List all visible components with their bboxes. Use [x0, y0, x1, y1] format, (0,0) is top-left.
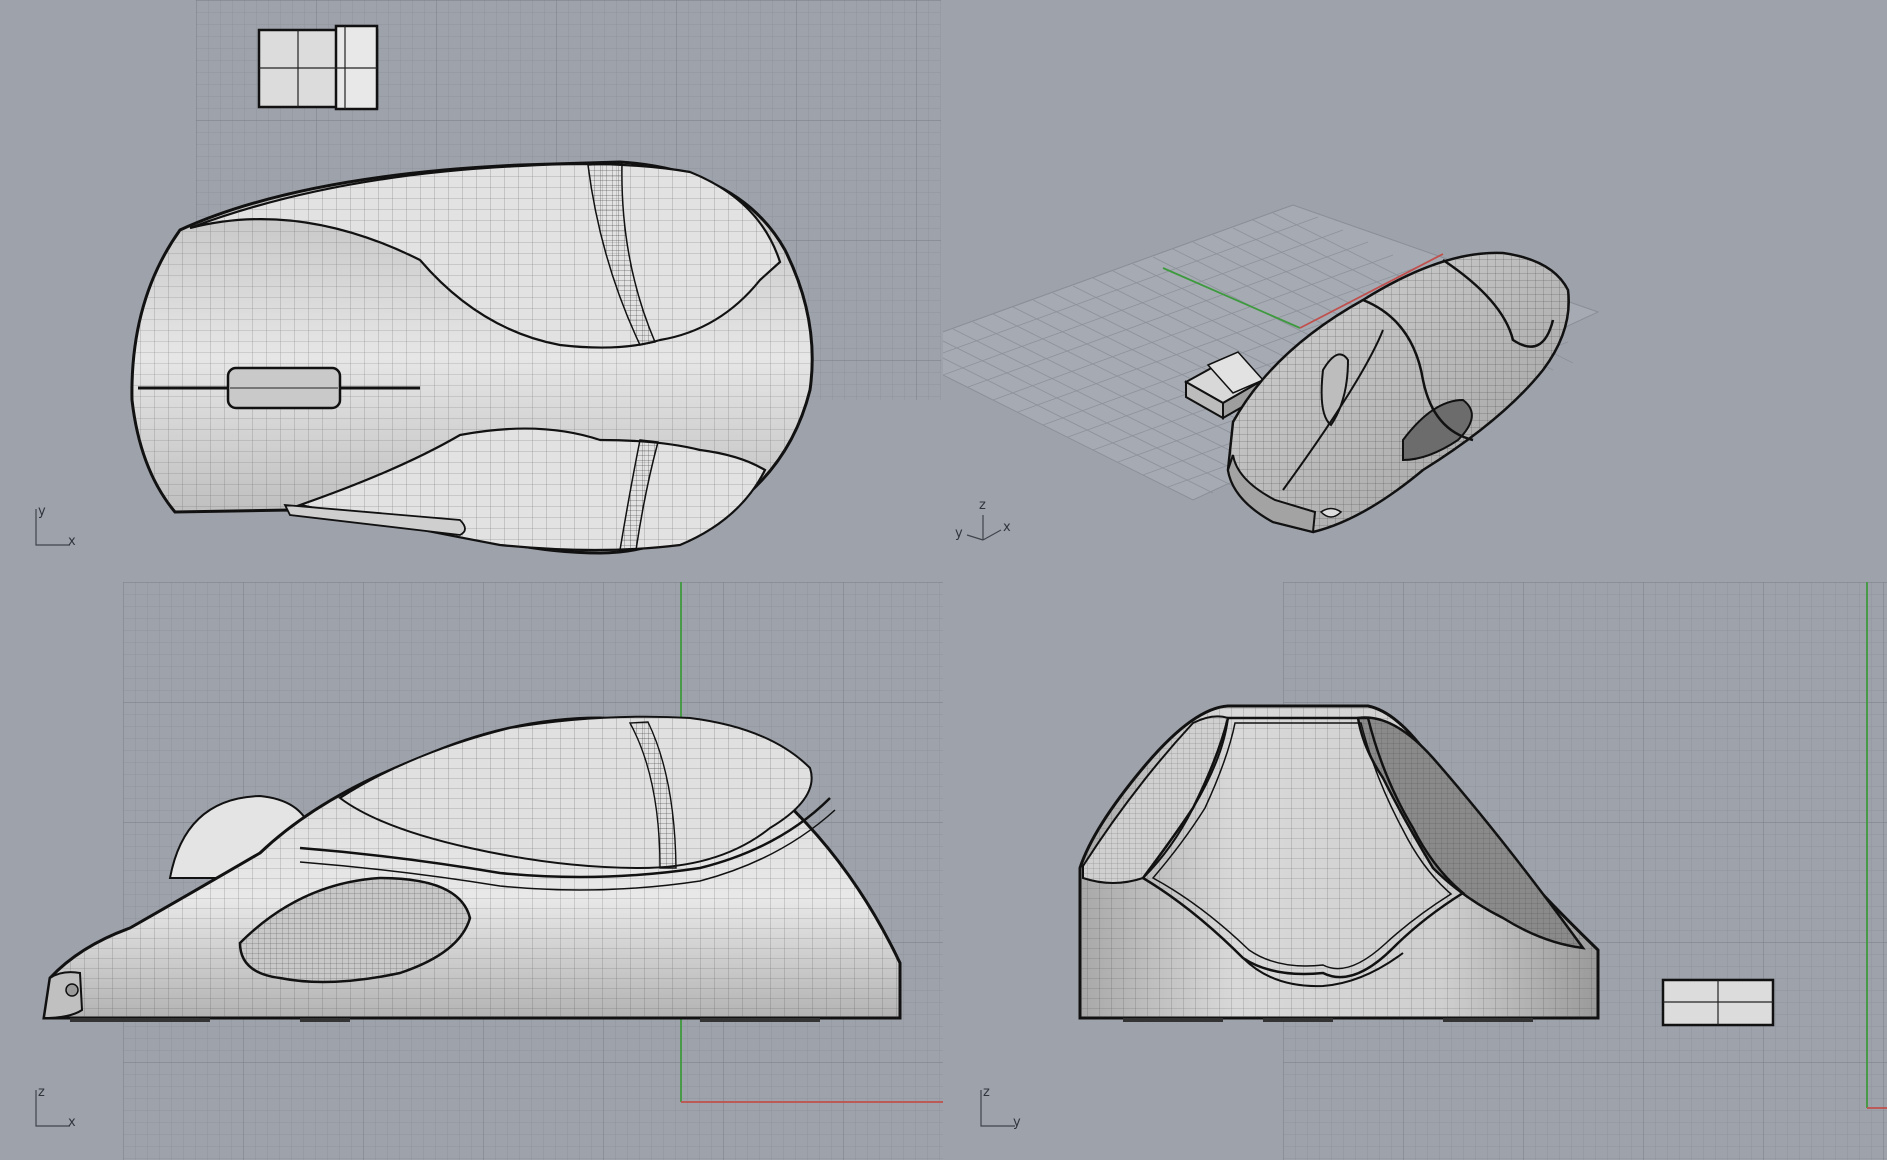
axis-label-second: x [1003, 520, 1011, 535]
mouse-body-top[interactable] [130, 160, 814, 555]
axis-label-second: y [1013, 1115, 1021, 1130]
viewport-right[interactable]: z y [943, 578, 1887, 1160]
axis-label-third: y [955, 526, 963, 541]
viewport-front[interactable]: z x [0, 578, 943, 1160]
usb-receiver-right[interactable] [1661, 978, 1775, 1027]
axis-widget-front: z x [30, 1086, 90, 1136]
viewport-perspective-canvas[interactable] [943, 0, 1887, 578]
axis-widget-right: z y [975, 1086, 1035, 1136]
viewport-front-canvas[interactable] [0, 578, 943, 1160]
rhino-four-viewport-workspace: y x z x y z x z y [0, 0, 1887, 1160]
axis-label-second: x [68, 1115, 76, 1130]
usb-receiver-top[interactable] [257, 24, 379, 111]
axis-label-first: z [38, 1085, 45, 1100]
axis-widget-top: y x [30, 505, 90, 555]
axis-label-first: y [38, 504, 46, 519]
axis-widget-perspective: z x y [955, 499, 1015, 555]
viewport-right-canvas[interactable] [943, 578, 1887, 1160]
axis-label-first: z [983, 1085, 990, 1100]
viewport-top-canvas[interactable] [0, 0, 943, 578]
viewport-top[interactable]: y x [0, 0, 943, 578]
axis-label-first: z [979, 498, 986, 513]
viewport-perspective[interactable]: z x y [943, 0, 1887, 578]
axis-label-second: x [68, 534, 76, 549]
